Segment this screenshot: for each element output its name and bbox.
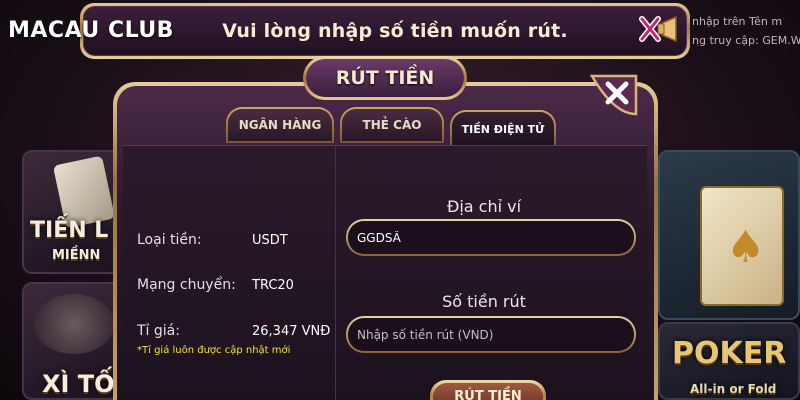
withdraw-amount-heading: Số tiền rút — [442, 292, 526, 311]
panel-divider — [335, 145, 336, 400]
banner-message: Vui lòng nhập số tiền muốn rút. — [222, 20, 568, 42]
wallet-address-input[interactable] — [348, 221, 634, 254]
exchange-rate-value: 26,347 VNĐ — [252, 324, 331, 339]
withdraw-submit-button[interactable]: RÚT TIỀN — [430, 380, 546, 400]
tab-crypto[interactable]: TIỀN ĐIỆN TỬ — [450, 110, 556, 148]
wallet-address-heading: Địa chỉ ví — [446, 197, 522, 216]
wallet-address-field-frame — [346, 219, 636, 256]
game-tile-card[interactable]: ♠ — [658, 150, 800, 320]
dialog-title-plate-inner: RÚT TIỀN — [306, 59, 464, 97]
network-label: Mạng chuyển: — [137, 277, 236, 293]
tile-title: POKER — [672, 336, 787, 371]
tab-scratch-card[interactable]: THẺ CÀO — [340, 107, 444, 143]
submit-button-label: RÚT TIỀN — [433, 383, 543, 400]
tab-bank[interactable]: NGÂN HÀNG — [226, 107, 334, 143]
tile-title: TIẾN L — [30, 218, 109, 243]
chips-decoration — [34, 294, 114, 354]
notice-line: ng truy cập: GEM.W — [692, 34, 800, 47]
tile-title: XÌ TỐ — [42, 370, 115, 398]
tile-subtitle: All-in or Fold — [690, 382, 777, 396]
game-tile-poker[interactable]: POKER All-in or Fold — [658, 322, 800, 400]
exchange-rate-label: Tỉ giá: — [137, 323, 180, 339]
dialog-title-plate: RÚT TIỀN — [303, 56, 467, 100]
notice-line: nhập trên Tên m — [692, 15, 783, 28]
game-tile-xi-to[interactable]: XÌ TỐ — [22, 282, 122, 400]
withdraw-amount-field-frame — [346, 316, 636, 353]
network-value: TRC20 — [252, 278, 294, 293]
tab-label: THẺ CÀO — [342, 109, 442, 141]
tile-subtitle: MIỀNN — [52, 248, 101, 263]
background-notice: nhập trên Tên m ng truy cập: GEM.W — [692, 12, 800, 50]
exchange-rate-note: *Tỉ giá luôn được cập nhật mới — [137, 345, 291, 356]
withdraw-amount-input[interactable] — [348, 318, 634, 351]
spade-icon: ♠ — [726, 222, 766, 273]
currency-label: Loại tiền: — [137, 232, 202, 248]
game-tile-tien-len[interactable]: TIẾN L MIỀNN — [22, 150, 122, 274]
x-megaphone-svg — [639, 15, 677, 43]
close-icon[interactable] — [586, 70, 642, 120]
tab-label: TIỀN ĐIỆN TỬ — [452, 112, 554, 146]
brand-logo: MACAU CLUB — [8, 18, 174, 43]
currency-value: USDT — [252, 233, 288, 248]
x-megaphone-icon[interactable] — [638, 11, 682, 51]
tab-label: NGÂN HÀNG — [228, 109, 332, 141]
dialog-title: RÚT TIỀN — [335, 67, 435, 89]
close-svg — [589, 74, 638, 116]
content-panel — [123, 145, 647, 400]
